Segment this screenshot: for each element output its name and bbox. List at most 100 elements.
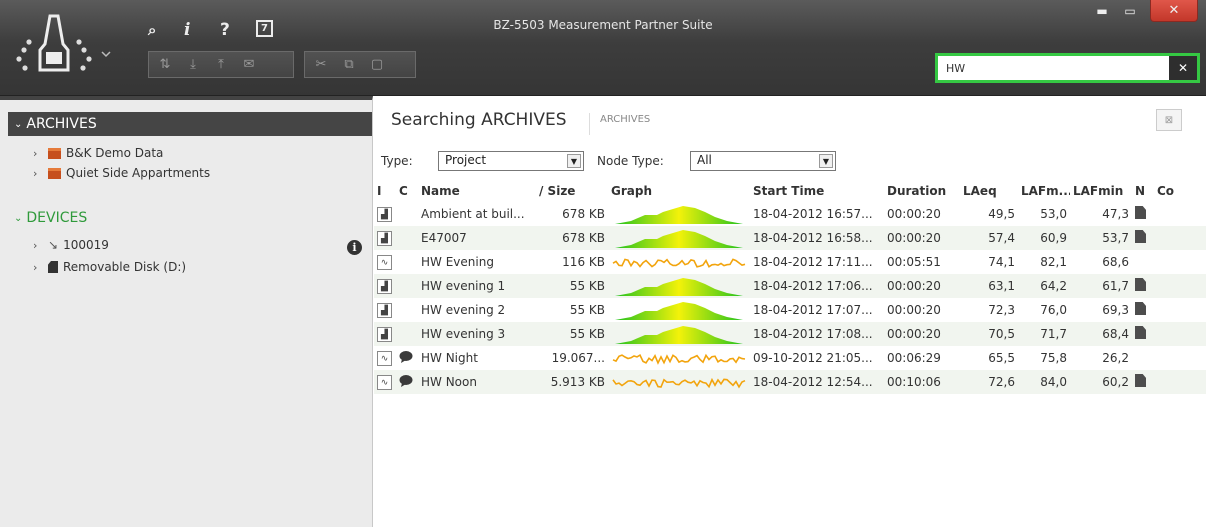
node-type-select[interactable]: All ▼ xyxy=(690,151,836,171)
type-filter-label: Type: xyxy=(381,154,413,168)
row-graph xyxy=(608,202,750,226)
graph-area xyxy=(615,230,743,248)
results-table: I C Name / Size Graph Start Time Duratio… xyxy=(374,180,1206,394)
row-note-cell xyxy=(1132,202,1154,226)
copy-icon[interactable]: ⧉ xyxy=(336,54,362,76)
sd-card-icon xyxy=(48,261,58,273)
archive-item-bk-demo[interactable]: › B&K Demo Data xyxy=(33,144,163,162)
chevron-right-icon[interactable]: › xyxy=(33,239,43,252)
row-laeq: 49,5 xyxy=(988,207,1015,221)
cut-icon[interactable]: ✂ xyxy=(308,54,334,76)
archive-icon xyxy=(48,167,61,179)
type-select[interactable]: Project ▼ xyxy=(438,151,584,171)
maximize-button[interactable]: ▭ xyxy=(1118,0,1142,22)
row-co-cell xyxy=(1154,322,1206,346)
level-graph xyxy=(612,353,746,365)
table-row[interactable]: ▟ HW evening 2 55 KB 18-04-2012 17:07... 00:… xyxy=(374,298,1206,322)
row-duration: 00:00:20 xyxy=(887,207,941,221)
row-co-cell xyxy=(1154,370,1206,394)
document-icon[interactable] xyxy=(1135,230,1146,243)
row-co-cell xyxy=(1154,274,1206,298)
toolbar-clipboard-group: ✂ ⧉ ▢ xyxy=(304,51,416,78)
table-row[interactable]: ▟ Ambient at buil... 678 KB 18-04-2012 16:5… xyxy=(374,202,1206,226)
download-icon[interactable]: ⤓ xyxy=(180,54,206,76)
column-header-start-time[interactable]: Start Time xyxy=(750,180,884,202)
transfer-icon[interactable]: ⇅ xyxy=(152,54,178,76)
level-graph xyxy=(615,302,743,320)
document-icon[interactable] xyxy=(1135,206,1146,219)
row-type-cell: ∿ xyxy=(374,250,396,274)
row-lafmin: 68,6 xyxy=(1102,255,1129,269)
search-box: ✕ xyxy=(935,53,1200,83)
row-name: HW Night xyxy=(421,351,478,365)
search-clear-button[interactable]: ✕ xyxy=(1169,56,1197,80)
email-icon[interactable]: ✉ xyxy=(236,54,262,76)
level-graph xyxy=(612,258,746,268)
level-graph xyxy=(615,230,743,248)
row-laeq: 72,3 xyxy=(988,303,1015,317)
row-comment-cell xyxy=(396,370,418,394)
table-row[interactable]: ∿ HW Evening 116 KB 18-04-2012 17:11... 00:0… xyxy=(374,250,1206,274)
document-icon[interactable] xyxy=(1135,374,1146,387)
column-header-duration[interactable]: Duration xyxy=(884,180,960,202)
column-header-lafmin[interactable]: LAFmin xyxy=(1070,180,1132,202)
row-start-time: 18-04-2012 17:08... xyxy=(750,322,884,346)
device-info-icon[interactable]: i xyxy=(347,240,362,255)
row-note-cell xyxy=(1132,226,1154,250)
table-row[interactable]: ▟ HW evening 1 55 KB 18-04-2012 17:06... 00:… xyxy=(374,274,1206,298)
row-name: HW evening 3 xyxy=(418,322,536,346)
archives-section-header[interactable]: ⌄ ARCHIVES xyxy=(8,112,372,136)
row-start-time: 18-04-2012 17:07... xyxy=(753,303,873,317)
row-start-time: 18-04-2012 17:11... xyxy=(753,255,873,269)
row-lafmax: 84,0 xyxy=(1018,370,1070,394)
row-lafmin: 47,3 xyxy=(1102,207,1129,221)
table-header-row: I C Name / Size Graph Start Time Duratio… xyxy=(374,180,1206,202)
column-header-laeq[interactable]: LAeq xyxy=(960,180,1018,202)
document-icon[interactable] xyxy=(1135,302,1146,315)
table-row[interactable]: ▟ E47007 678 KB 18-04-2012 16:58... 00:00:20… xyxy=(374,226,1206,250)
minimize-button[interactable]: ▬ xyxy=(1090,0,1114,22)
row-comment-cell xyxy=(396,226,418,250)
row-graph xyxy=(608,298,750,322)
row-type-cell: ▟ xyxy=(374,298,396,322)
column-header-name[interactable]: Name xyxy=(418,180,536,202)
row-start-time: 18-04-2012 16:58... xyxy=(750,226,884,250)
table-row[interactable]: ∿ HW Night 19.067... 09-10-2012 21:05... 00:… xyxy=(374,346,1206,370)
archive-icon xyxy=(48,147,61,159)
device-item-removable-disk[interactable]: › Removable Disk (D:) xyxy=(33,258,186,276)
column-header-lafmax[interactable]: LAFm... xyxy=(1018,180,1070,202)
waveform-icon: ∿ xyxy=(377,351,392,367)
column-header-graph[interactable]: Graph xyxy=(608,180,750,202)
chevron-right-icon[interactable]: › xyxy=(33,167,43,180)
search-input[interactable] xyxy=(946,60,1166,77)
column-header-note[interactable]: N xyxy=(1132,180,1154,202)
collapse-panel-button[interactable]: ⊠ xyxy=(1156,109,1182,131)
row-size: 55 KB xyxy=(569,303,605,317)
waveform-icon: ∿ xyxy=(377,375,392,391)
paste-icon[interactable]: ▢ xyxy=(364,54,390,76)
close-button[interactable]: ✕ xyxy=(1150,0,1198,22)
search-heading: Searching ARCHIVES xyxy=(391,110,567,130)
document-icon[interactable] xyxy=(1135,326,1146,339)
row-start-time: 18-04-2012 16:57... xyxy=(753,207,873,221)
upload-icon[interactable]: ⤒ xyxy=(208,54,234,76)
devices-section-header[interactable]: ⌄ DEVICES xyxy=(8,206,372,230)
row-co-cell xyxy=(1154,226,1206,250)
chevron-right-icon[interactable]: › xyxy=(33,261,43,274)
row-start-time: 18-04-2012 12:54... xyxy=(750,370,884,394)
column-header-icon[interactable]: I xyxy=(374,180,396,202)
column-header-co[interactable]: Co xyxy=(1154,180,1206,202)
table-row[interactable]: ▟ HW evening 3 55 KB 18-04-2012 17:08... 00:… xyxy=(374,322,1206,346)
row-lafmin: 68,4 xyxy=(1070,322,1132,346)
row-note-cell xyxy=(1132,322,1154,346)
row-start-time: 09-10-2012 21:05... xyxy=(753,351,873,365)
archive-item-quiet-side[interactable]: › Quiet Side Appartments xyxy=(33,164,210,182)
device-item-100019[interactable]: › ↘ 100019 xyxy=(33,236,109,254)
document-icon[interactable] xyxy=(1135,278,1146,291)
bar-chart-icon: ▟ xyxy=(377,207,392,223)
column-header-size[interactable]: / Size xyxy=(536,180,608,202)
sound-level-meter-icon: ↘ xyxy=(48,238,59,252)
table-row[interactable]: ∿ HW Noon 5.913 KB 18-04-2012 12:54... 00:10… xyxy=(374,370,1206,394)
chevron-right-icon[interactable]: › xyxy=(33,147,43,160)
column-header-comment[interactable]: C xyxy=(396,180,418,202)
